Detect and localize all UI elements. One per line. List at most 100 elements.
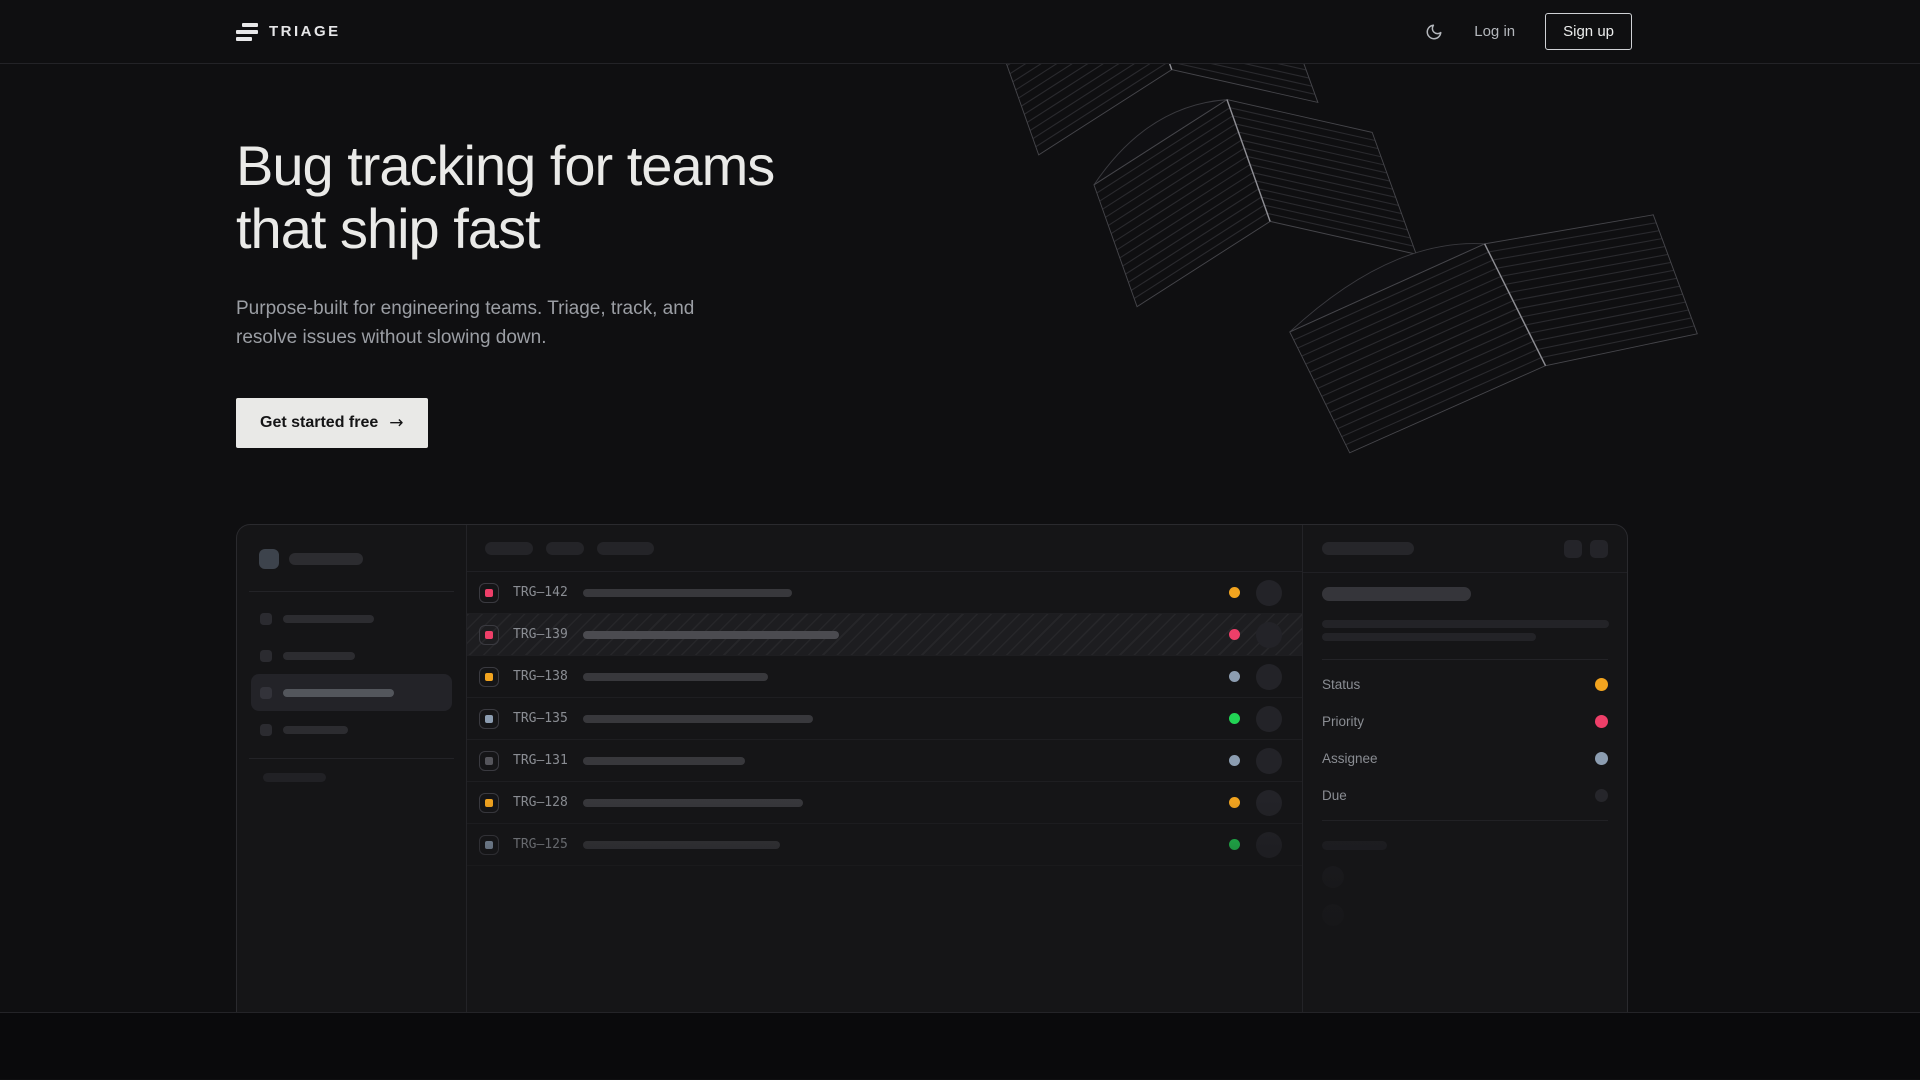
issue-row[interactable]: TRG–131	[467, 740, 1302, 782]
hero-heading: Bug tracking for teamsthat ship fast	[236, 134, 1920, 260]
sidebar-item-icon	[260, 613, 272, 625]
field-value-dot	[1595, 752, 1608, 765]
field-value-dot	[1595, 789, 1608, 802]
issue-description-skeleton	[1322, 633, 1536, 641]
issue-list: TRG–142 TRG–139 TRG–138 TRG–135 TRG–131 …	[467, 525, 1303, 1013]
sidebar-item[interactable]	[251, 637, 452, 674]
issue-status-dot	[1229, 797, 1240, 808]
issue-detail-panel: Status Priority Assignee Due	[1303, 525, 1627, 1013]
issue-assignee-avatar	[1256, 622, 1282, 648]
comment-avatar-skeleton	[1322, 904, 1344, 926]
issue-priority-icon	[479, 625, 499, 645]
sidebar-item-label-skeleton	[283, 689, 394, 697]
sidebar-item-label-skeleton	[283, 726, 348, 734]
issue-assignee-avatar	[1256, 706, 1282, 732]
issue-id: TRG–139	[513, 627, 573, 642]
sidebar-item[interactable]	[251, 600, 452, 637]
workspace-switcher[interactable]	[259, 549, 466, 569]
issue-priority-icon	[479, 835, 499, 855]
workspace-name-skeleton	[289, 553, 363, 565]
issue-id: TRG–138	[513, 669, 573, 684]
issue-id: TRG–135	[513, 711, 573, 726]
sidebar-item-icon	[260, 724, 272, 736]
issue-id: TRG–131	[513, 753, 573, 768]
issue-title-skeleton	[583, 841, 780, 849]
sidebar-item-label-skeleton	[283, 615, 374, 623]
app-preview-card: TRG–142 TRG–139 TRG–138 TRG–135 TRG–131 …	[236, 524, 1628, 1013]
issue-assignee-avatar	[1256, 664, 1282, 690]
issue-status-dot	[1229, 671, 1240, 682]
triage-bars-icon	[236, 23, 258, 41]
detail-field-row: Status	[1322, 666, 1608, 703]
issue-assignee-avatar	[1256, 580, 1282, 606]
comment-avatar-skeleton	[1322, 866, 1344, 888]
issue-assignee-avatar	[1256, 790, 1282, 816]
issue-assignee-avatar	[1256, 832, 1282, 858]
detail-field-row: Priority	[1322, 703, 1608, 740]
sidebar-nav	[237, 600, 466, 748]
footer-section	[0, 1013, 1920, 1079]
sidebar-item[interactable]	[251, 711, 452, 748]
issue-priority-icon	[479, 751, 499, 771]
field-label: Assignee	[1322, 751, 1378, 766]
panel-divider	[1322, 820, 1608, 821]
issue-row[interactable]: TRG–139	[467, 614, 1302, 656]
issue-row[interactable]: TRG–138	[467, 656, 1302, 698]
issue-status-dot	[1229, 755, 1240, 766]
issue-title-skeleton	[583, 799, 803, 807]
login-link[interactable]: Log in	[1474, 23, 1515, 40]
field-label: Due	[1322, 788, 1347, 803]
issue-priority-icon	[479, 583, 499, 603]
issue-list-header	[467, 525, 1302, 572]
detail-field-row: Assignee	[1322, 740, 1608, 777]
issue-id: TRG–128	[513, 795, 573, 810]
issue-assignee-avatar	[1256, 748, 1282, 774]
list-tab-skeleton[interactable]	[597, 542, 654, 555]
issue-priority-icon	[479, 709, 499, 729]
issue-status-dot	[1229, 587, 1240, 598]
issue-row[interactable]: TRG–128	[467, 782, 1302, 824]
theme-toggle-moon-icon[interactable]	[1424, 22, 1444, 42]
issue-status-dot	[1229, 713, 1240, 724]
sidebar-section-label-skeleton	[263, 773, 326, 782]
brand-name: TRIAGE	[269, 23, 341, 40]
issue-status-dot	[1229, 839, 1240, 850]
issue-title-skeleton	[583, 715, 813, 723]
field-value-dot	[1595, 678, 1608, 691]
issue-row[interactable]: TRG–142	[467, 572, 1302, 614]
field-label: Priority	[1322, 714, 1364, 729]
panel-action-button[interactable]	[1590, 540, 1608, 558]
field-value-dot	[1595, 715, 1608, 728]
hero-section: Bug tracking for teamsthat ship fast Pur…	[0, 64, 1920, 1013]
issue-row[interactable]: TRG–135	[467, 698, 1302, 740]
signup-button[interactable]: Sign up	[1545, 13, 1632, 50]
list-tab-skeleton[interactable]	[546, 542, 584, 555]
issue-status-dot	[1229, 629, 1240, 640]
sidebar-divider	[249, 591, 454, 592]
activity-label-skeleton	[1322, 841, 1387, 850]
issue-id: TRG–125	[513, 837, 573, 852]
issue-description-skeleton	[1322, 620, 1609, 628]
issue-title-skeleton	[583, 631, 839, 639]
issue-title-skeleton	[583, 757, 745, 765]
arrow-right-icon: →	[389, 413, 403, 433]
list-tab-skeleton[interactable]	[485, 542, 533, 555]
issue-row[interactable]: TRG–125	[467, 824, 1302, 866]
issue-title-skeleton	[583, 589, 792, 597]
mockup-sidebar	[237, 525, 467, 1013]
issue-id: TRG–142	[513, 585, 573, 600]
sidebar-item[interactable]	[251, 674, 452, 711]
panel-action-button[interactable]	[1564, 540, 1582, 558]
issue-title-skeleton	[583, 673, 768, 681]
workspace-avatar	[259, 549, 279, 569]
panel-divider	[1322, 659, 1608, 660]
sidebar-item-label-skeleton	[283, 652, 355, 660]
issue-priority-icon	[479, 793, 499, 813]
get-started-button[interactable]: Get started free →	[236, 398, 428, 448]
detail-field-row: Due	[1322, 777, 1608, 814]
brand-logo[interactable]: TRIAGE	[236, 23, 341, 41]
sidebar-divider	[249, 758, 454, 759]
nav-actions: Log in Sign up	[1424, 13, 1632, 50]
issue-priority-icon	[479, 667, 499, 687]
hero-subtitle: Purpose-built for engineering teams. Tri…	[236, 294, 1920, 352]
